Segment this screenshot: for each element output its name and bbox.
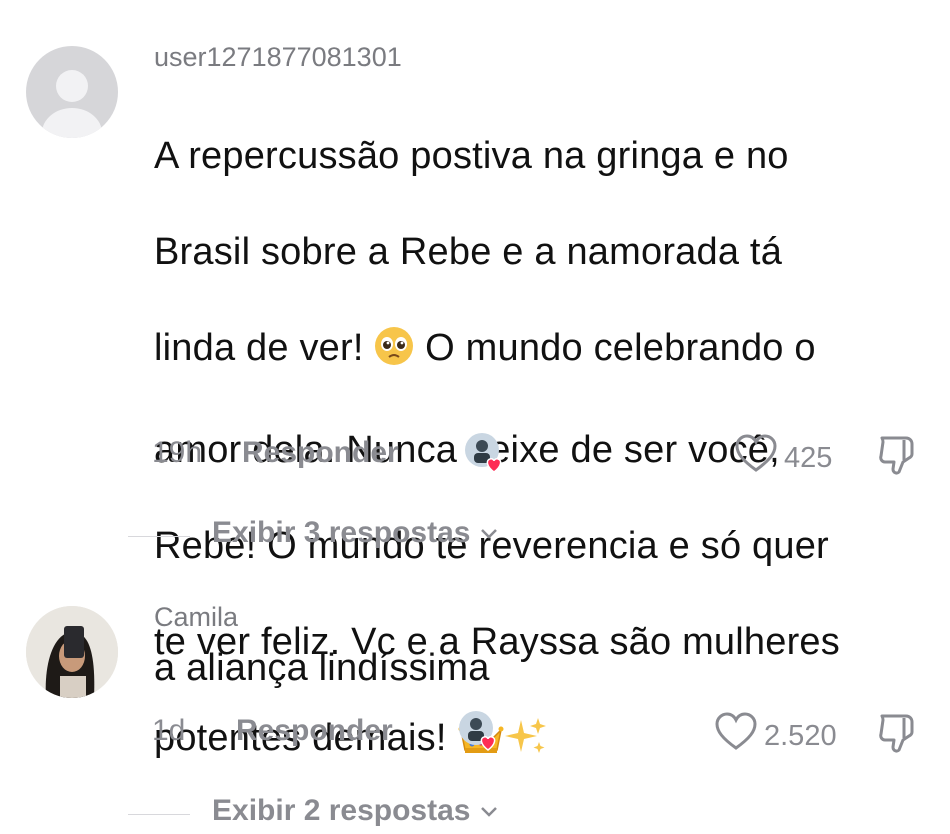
comment-2: Camila a aliança lindíssima 1d Responder… [0,0,950,827]
comment-text: a aliança lindíssima [154,647,490,689]
heart-outline-icon [714,712,758,760]
view-replies[interactable]: Exibir 2 respostas [0,794,950,834]
chevron-down-icon [479,794,499,827]
like-count: 2.520 [764,719,837,752]
comment-username[interactable]: Camila [154,602,238,633]
view-replies-label[interactable]: Exibir 2 respostas [212,794,499,828]
dislike-icon[interactable] [876,710,920,762]
profile-photo[interactable] [26,606,118,698]
like-button[interactable]: 2.520 [714,712,837,760]
divider-line [128,814,190,815]
comment-meta: 1d Responder 2.520 [0,711,950,754]
reply-button[interactable]: Responder [236,714,393,748]
creator-liked-badge [458,710,502,754]
comment-time: 1d [152,714,186,747]
